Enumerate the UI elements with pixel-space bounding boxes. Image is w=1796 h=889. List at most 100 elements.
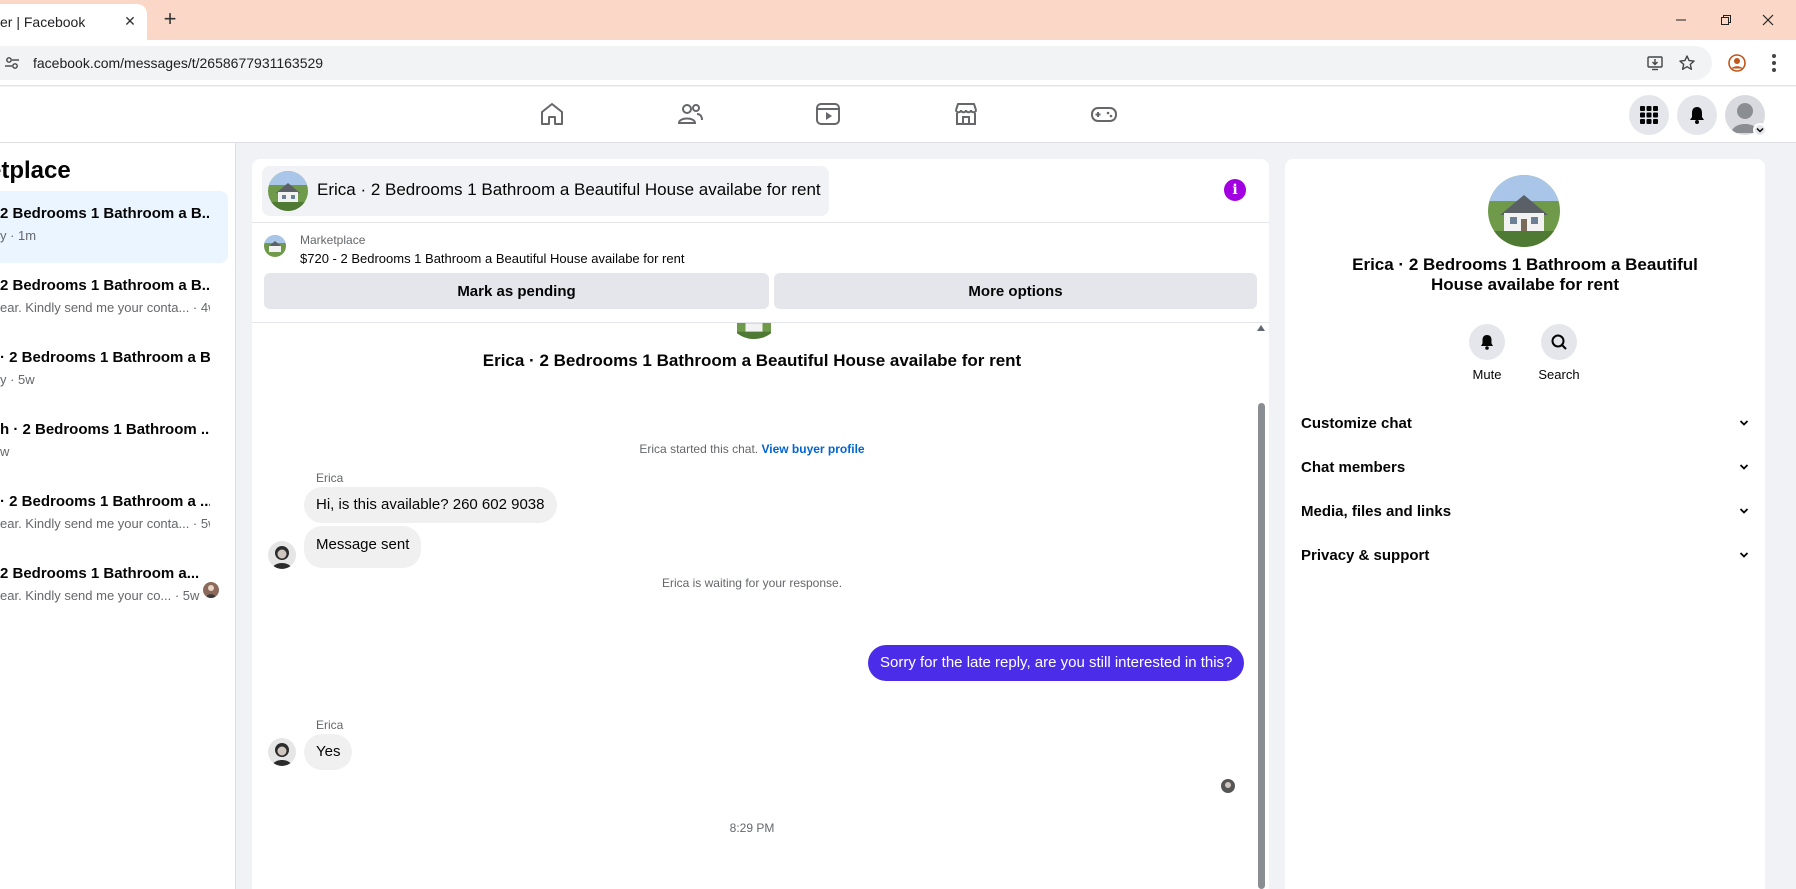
conversation-meta: y · 1m <box>0 228 37 243</box>
conversation-meta: w <box>0 444 10 459</box>
sender-name: Erica <box>316 718 344 732</box>
search-icon <box>1551 334 1567 350</box>
seen-receipt-avatar <box>1221 779 1235 793</box>
conversation-item[interactable]: · 2 Bedrooms 1 Bathroom a B... y · 5w <box>0 335 228 407</box>
browser-tab[interactable]: er | Facebook ✕ <box>0 4 147 40</box>
listing-card: Marketplace $720 - 2 Bedrooms 1 Bathroom… <box>252 223 1269 323</box>
new-tab-button[interactable]: + <box>158 8 182 32</box>
browser-menu-icon[interactable] <box>1772 54 1776 75</box>
chat-started-notice: Erica started this chat. View buyer prof… <box>252 442 1252 456</box>
listing-thumbnail[interactable] <box>264 235 286 257</box>
message-thread: Erica · 2 Bedrooms 1 Bathroom a Beautifu… <box>252 323 1252 889</box>
view-buyer-profile-link[interactable]: View buyer profile <box>761 442 864 456</box>
message-timestamp: 8:29 PM <box>729 821 775 835</box>
sender-avatar <box>268 541 296 569</box>
omnibox[interactable]: facebook.com/messages/t/2658677931163529 <box>0 46 1712 80</box>
outgoing-message[interactable]: Sorry for the late reply, are you still … <box>868 645 1245 681</box>
restore-icon <box>1721 15 1731 25</box>
conversation-list: etplace 2 Bedrooms 1 Bathroom a B... y ·… <box>0 143 236 889</box>
chat-info-panel: Erica · 2 Bedrooms 1 Bathroom a Beautifu… <box>1285 159 1765 889</box>
listing-source: Marketplace <box>300 233 366 247</box>
search-button[interactable]: Search <box>1529 324 1589 382</box>
chat-header-title-button[interactable]: Erica · 2 Bedrooms 1 Bathroom a Beautifu… <box>262 166 829 216</box>
conversation-item[interactable]: h · 2 Bedrooms 1 Bathroom ... w <box>0 407 228 479</box>
install-app-icon[interactable] <box>1646 54 1664 72</box>
chevron-down-icon <box>1739 552 1749 558</box>
conversation-title: 2 Bedrooms 1 Bathroom a B... <box>0 277 210 294</box>
grid-menu-icon <box>1640 106 1658 124</box>
close-window-button[interactable] <box>1740 0 1796 40</box>
chat-members-section[interactable]: Chat members <box>1301 449 1749 485</box>
conversation-title: · 2 Bedrooms 1 Bathroom a ... <box>0 493 210 510</box>
chat-panel: Erica · 2 Bedrooms 1 Bathroom a Beautifu… <box>252 159 1269 889</box>
mute-button[interactable]: Mute <box>1457 324 1517 382</box>
sender-avatar <box>268 738 296 766</box>
incoming-message[interactable]: Hi, is this available? 260 602 9038 <box>304 487 557 523</box>
section-label: Media, files and links <box>1301 502 1452 520</box>
conversation-meta: ear. Kindly send me your conta... · 5w <box>0 516 210 531</box>
conversation-item[interactable]: 2 Bedrooms 1 Bathroom a B... y · 1m <box>0 191 228 263</box>
customize-chat-section[interactable]: Customize chat <box>1301 405 1749 441</box>
conversation-item[interactable]: 2 Bedrooms 1 Bathroom a B... ear. Kindly… <box>0 263 228 335</box>
more-options-button[interactable]: More options <box>774 273 1257 309</box>
info-icon[interactable]: i <box>1224 179 1246 201</box>
minimize-icon <box>1676 19 1686 21</box>
gaming-icon[interactable] <box>1090 100 1118 128</box>
conversation-meta: ear. Kindly send me your conta... · 4w <box>0 300 210 315</box>
conversation-avatar <box>726 323 782 339</box>
chevron-down-icon <box>1739 464 1749 470</box>
message-scrollbar[interactable] <box>1256 323 1266 889</box>
media-files-links-section[interactable]: Media, files and links <box>1301 493 1749 529</box>
scroll-up-arrow[interactable] <box>1257 325 1265 331</box>
conversation-title: 2 Bedrooms 1 Bathroom a B... <box>0 205 210 222</box>
notifications-button[interactable] <box>1677 95 1717 135</box>
close-tab-icon[interactable]: ✕ <box>121 12 139 30</box>
bell-icon <box>1481 335 1493 350</box>
chat-header: Erica · 2 Bedrooms 1 Bathroom a Beautifu… <box>252 159 1269 223</box>
incoming-message[interactable]: Yes <box>304 734 353 770</box>
listing-photo[interactable] <box>1488 175 1560 247</box>
conversation-item[interactable]: · 2 Bedrooms 1 Bathroom a ... ear. Kindl… <box>0 479 228 551</box>
conversation-title: 2 Bedrooms 1 Bathroom a... <box>0 565 200 582</box>
chat-started-text: Erica started this chat. <box>639 442 759 456</box>
info-title: Erica · 2 Bedrooms 1 Bathroom a Beautifu… <box>1352 255 1698 294</box>
mute-label: Mute <box>1472 367 1502 382</box>
incoming-message[interactable]: Message sent <box>304 526 422 568</box>
site-settings-icon[interactable] <box>4 55 20 71</box>
friends-icon[interactable] <box>676 100 704 128</box>
conversation-title: · 2 Bedrooms 1 Bathroom a B... <box>0 349 210 366</box>
listing-title[interactable]: $720 - 2 Bedrooms 1 Bathroom a Beautiful… <box>300 251 684 266</box>
profile-icon[interactable] <box>1728 54 1746 72</box>
listing-avatar <box>268 171 308 211</box>
conversation-name: Erica · 2 Bedrooms 1 Bathroom a Beautifu… <box>482 351 1022 370</box>
mark-as-pending-button[interactable]: Mark as pending <box>264 273 769 309</box>
bookmark-star-icon[interactable] <box>1678 54 1696 72</box>
menu-button[interactable] <box>1629 95 1669 135</box>
sender-name: Erica <box>316 471 344 485</box>
facebook-top-nav <box>0 87 1796 143</box>
section-label: Privacy & support <box>1301 546 1430 564</box>
chat-title: Erica · 2 Bedrooms 1 Bathroom a Beautifu… <box>317 180 821 199</box>
chevron-down-icon <box>1739 508 1749 514</box>
chevron-down-icon <box>1739 420 1749 426</box>
bell-icon <box>1690 107 1704 124</box>
address-bar: facebook.com/messages/t/2658677931163529 <box>0 40 1796 86</box>
url-text[interactable]: facebook.com/messages/t/2658677931163529 <box>33 55 323 71</box>
tab-title: er | Facebook <box>0 14 86 30</box>
section-label: Chat members <box>1301 458 1406 476</box>
waiting-notice: Erica is waiting for your response. <box>661 576 843 590</box>
scroll-thumb[interactable] <box>1258 403 1265 889</box>
conversation-title: h · 2 Bedrooms 1 Bathroom ... <box>0 421 210 438</box>
section-label: Customize chat <box>1301 414 1412 432</box>
home-icon[interactable] <box>538 100 566 128</box>
browser-tab-bar: er | Facebook ✕ + <box>0 0 1796 40</box>
video-icon[interactable] <box>814 100 842 128</box>
conversation-item[interactable]: 2 Bedrooms 1 Bathroom a... ear. Kindly s… <box>0 551 228 623</box>
privacy-support-section[interactable]: Privacy & support <box>1301 537 1749 573</box>
search-label: Search <box>1538 367 1580 382</box>
read-receipt-avatar <box>203 582 219 598</box>
conversation-meta: ear. Kindly send me your co... · 5w <box>0 588 200 603</box>
account-dropdown-button[interactable] <box>1753 123 1767 137</box>
conversation-meta: y · 5w <box>0 372 35 387</box>
marketplace-icon[interactable] <box>952 100 980 128</box>
